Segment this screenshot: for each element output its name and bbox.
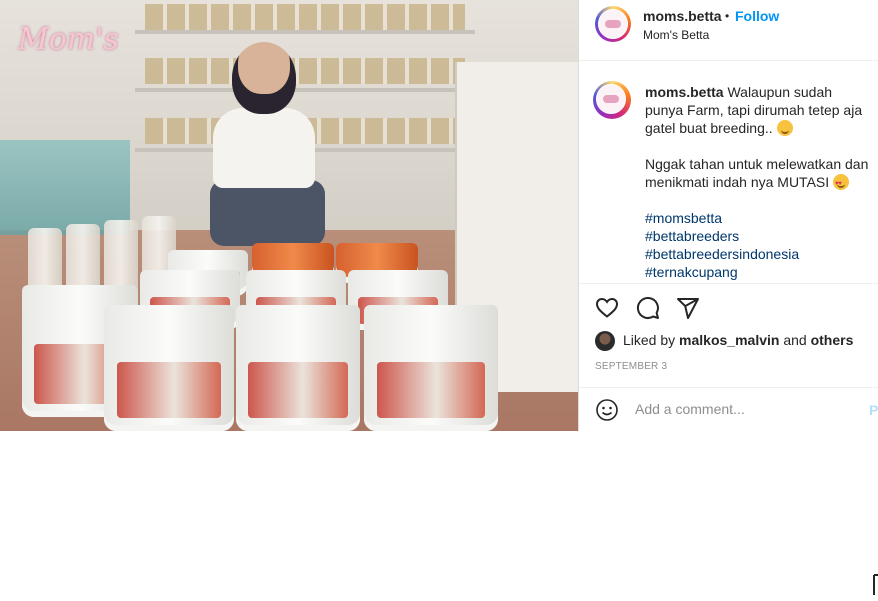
caption-username[interactable]: moms.betta [645, 84, 724, 100]
post-header: moms.betta • Follow Mom's Betta [579, 0, 878, 61]
caption-scroll-area[interactable]: moms.betta Walaupun sudah punya Farm, ta… [579, 61, 878, 281]
liker-avatar[interactable] [595, 331, 615, 351]
post-photo[interactable]: Mom's [0, 0, 578, 431]
post-comment-button[interactable]: Post [869, 402, 878, 418]
comment-bar: Post [579, 387, 878, 431]
photo-person-head [232, 42, 296, 114]
hashtag-link[interactable]: #momsbetta [645, 209, 871, 227]
photo-bucket [104, 305, 234, 431]
post-date[interactable]: SEPTEMBER 3 [595, 361, 667, 372]
hashtag-list: #momsbetta #bettabreeders #bettabreeders… [645, 209, 871, 281]
heart-icon[interactable] [595, 296, 619, 320]
likes-others-link[interactable]: others [811, 332, 854, 348]
caption-text: moms.betta Walaupun sudah punya Farm, ta… [645, 83, 871, 281]
photo-shelf [135, 88, 475, 92]
photo-shelf [135, 30, 475, 34]
photo-person-legs [210, 180, 325, 246]
photo-bucket [364, 305, 498, 431]
header-separator: • [725, 9, 730, 23]
photo-person-body [213, 108, 315, 188]
post-side-panel: moms.betta • Follow Mom's Betta moms.bet… [578, 0, 878, 595]
profile-avatar[interactable] [595, 6, 631, 42]
header-location[interactable]: Mom's Betta [643, 28, 709, 42]
likes-conjunction: and [783, 332, 807, 348]
hashtag-link[interactable]: #ternakcupang [645, 263, 871, 281]
caption-avatar[interactable] [593, 81, 631, 119]
photo-watermark-logo: Mom's [18, 22, 119, 57]
comment-icon[interactable] [636, 296, 660, 320]
comment-input[interactable] [635, 401, 845, 417]
photo-jar [104, 220, 138, 294]
follow-button[interactable]: Follow [735, 8, 779, 24]
smiling-emoji-icon [776, 120, 793, 136]
photo-jar-row [145, 58, 465, 84]
header-username[interactable]: moms.betta [643, 8, 722, 24]
photo-jar-row [145, 4, 465, 30]
bookmark-icon-partial[interactable] [873, 574, 878, 596]
likes-text: Liked by malkos_malvin and others [623, 332, 853, 348]
heart-eyes-emoji-icon [833, 174, 850, 193]
hashtag-link[interactable]: #bettabreeders [645, 227, 871, 245]
liker-username[interactable]: malkos_malvin [679, 332, 779, 348]
hashtag-link[interactable]: #bettabreedersindonesia [645, 245, 871, 263]
likes-row: Liked by malkos_malvin and others [595, 330, 875, 352]
share-icon[interactable] [676, 296, 700, 320]
emoji-picker-icon[interactable] [595, 398, 619, 422]
photo-bucket [236, 305, 360, 431]
action-bar [579, 283, 878, 595]
likes-prefix: Liked by [623, 332, 676, 348]
